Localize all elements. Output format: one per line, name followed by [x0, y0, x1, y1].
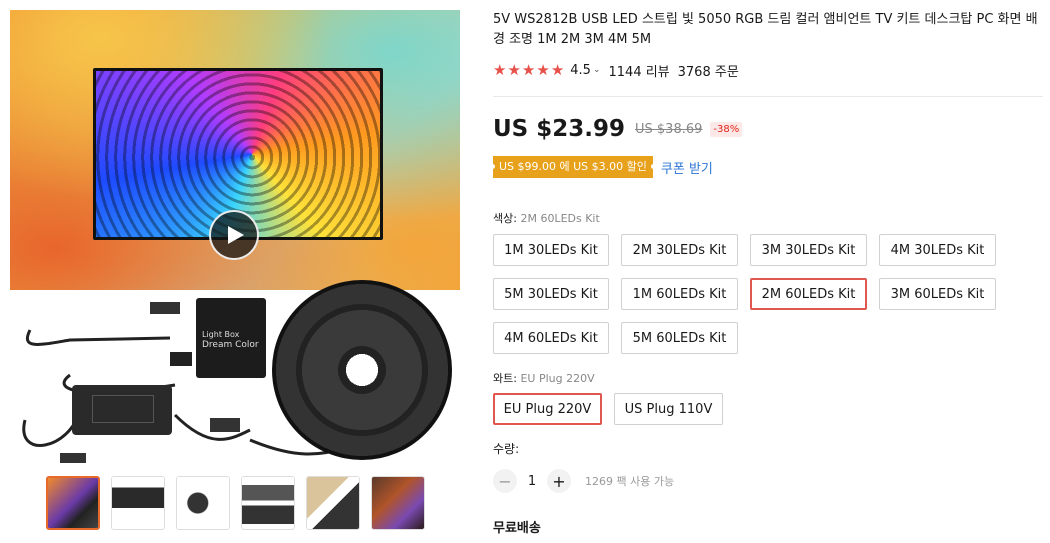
coupon-tag[interactable]: US $99.00 에 US $3.00 할인 [490, 156, 656, 178]
color-option-2m-30[interactable]: 2M 30LEDs Kit [621, 234, 738, 266]
coupon-row: US $99.00 에 US $3.00 할인 쿠폰 받기 [490, 156, 713, 178]
order-count: 3768 주문 [677, 64, 739, 80]
plug-option-us[interactable]: US Plug 110V [614, 393, 723, 425]
plug-label: 와트: EU Plug 220V [493, 372, 595, 385]
star-icon: ★ [507, 60, 521, 79]
quantity-value[interactable]: 1 [517, 474, 547, 489]
color-option-3m-60[interactable]: 3M 60LEDs Kit [879, 278, 996, 310]
color-selected-value: 2M 60LEDs Kit [520, 212, 600, 225]
star-icon: ★ [536, 60, 550, 79]
free-shipping-label: 무료배송 [493, 521, 541, 536]
led-strip-reel [272, 280, 452, 460]
rating-row: ★ ★ ★ ★ ★ 4.5 ⌄ 1144 리뷰 3768 주문 [493, 60, 739, 80]
product-gallery: Light Box Dream Color [10, 10, 460, 530]
rating-value[interactable]: 4.5 [570, 63, 591, 78]
plug-option-eu[interactable]: EU Plug 220V [493, 393, 602, 425]
color-option-4m-60[interactable]: 4M 60LEDs Kit [493, 322, 609, 354]
thumbnail-3[interactable] [176, 476, 230, 530]
star-icon: ★ [493, 60, 507, 79]
chevron-down-icon[interactable]: ⌄ [593, 65, 601, 75]
color-option-1m-30[interactable]: 1M 30LEDs Kit [493, 234, 609, 266]
tv-ambient-scene [10, 10, 460, 290]
original-price: US $38.69 [635, 121, 703, 137]
color-label: 색상: 2M 60LEDs Kit [493, 212, 600, 225]
quantity-decrease-button[interactable]: − [493, 469, 517, 493]
color-option-5m-60[interactable]: 5M 60LEDs Kit [621, 322, 738, 354]
play-icon [228, 226, 244, 244]
star-icon: ★ [521, 60, 536, 79]
review-count[interactable]: 1144 리뷰 [609, 61, 670, 80]
color-option-4m-30[interactable]: 4M 30LEDs Kit [879, 234, 996, 266]
plug-selected-value: EU Plug 220V [520, 372, 595, 385]
discount-badge: -38% [710, 121, 743, 137]
thumbnail-4[interactable] [241, 476, 295, 530]
get-coupon-link[interactable]: 쿠폰 받기 [661, 158, 713, 177]
color-option-2m-60[interactable]: 2M 60LEDs Kit [750, 278, 867, 310]
quantity-increase-button[interactable]: + [547, 469, 571, 493]
color-option-1m-60[interactable]: 1M 60LEDs Kit [621, 278, 738, 310]
thumbnail-2[interactable] [111, 476, 165, 530]
kit-accessories: Light Box Dream Color [10, 280, 460, 465]
light-box-controller: Light Box Dream Color [196, 298, 266, 378]
box-label-line2: Dream Color [202, 340, 259, 350]
price-row: US $23.99 US $38.69 -38% [493, 114, 743, 144]
thumbnail-6[interactable] [371, 476, 425, 530]
quantity-label: 수량: [493, 442, 520, 456]
play-video-button[interactable] [209, 210, 259, 260]
divider [493, 96, 1043, 97]
current-price: US $23.99 [493, 116, 626, 142]
stock-available: 1269 팩 사용 가능 [585, 475, 675, 488]
rating-stars: ★ ★ ★ ★ ★ [493, 60, 565, 79]
product-title: 5V WS2812B USB LED 스트립 빛 5050 RGB 드림 컬러 … [493, 12, 1038, 47]
color-option-5m-30[interactable]: 5M 30LEDs Kit [493, 278, 609, 310]
power-adapter [72, 385, 172, 435]
color-option-3m-30[interactable]: 3M 30LEDs Kit [750, 234, 867, 266]
box-label-line1: Light Box [202, 330, 240, 339]
quantity-stepper: − 1 + 1269 팩 사용 가능 [493, 469, 674, 493]
star-half-icon: ★ [550, 60, 565, 79]
main-product-image[interactable]: Light Box Dream Color [10, 10, 460, 465]
thumbnail-5[interactable] [306, 476, 360, 530]
thumbnail-strip [10, 476, 460, 532]
thumbnail-1[interactable] [46, 476, 100, 530]
